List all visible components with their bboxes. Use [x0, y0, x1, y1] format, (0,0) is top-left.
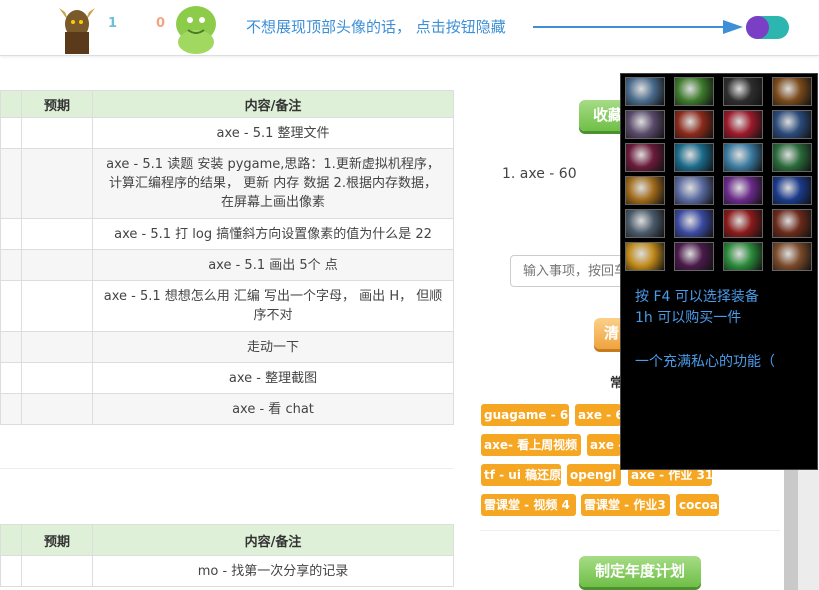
hero-avatar-2: [168, 2, 224, 54]
table-row: axe - 5.1 整理文件: [0, 117, 454, 149]
equipment-item-icon[interactable]: [772, 77, 812, 106]
equipment-item-icon[interactable]: [772, 176, 812, 205]
row-content: axe - 5.1 读题 安装 pygame,思路：1.更新虚拟机程序，计算汇编…: [92, 148, 454, 219]
tag[interactable]: 雷课堂 - 视频 4: [481, 494, 576, 516]
equipment-item-icon[interactable]: [674, 77, 714, 106]
equipment-item-icon[interactable]: [723, 77, 763, 106]
equipment-item-icon[interactable]: [674, 176, 714, 205]
table-row: 走动一下: [0, 331, 454, 363]
equipment-item-icon[interactable]: [625, 242, 665, 271]
equipment-item-icon[interactable]: [625, 77, 665, 106]
annual-plan-button[interactable]: 制定年度计划: [579, 556, 701, 587]
row-content: axe - 整理截图: [92, 362, 454, 394]
row-content: 走动一下: [92, 331, 454, 363]
popup-line-3: 一个充满私心的功能（: [635, 354, 775, 370]
tag[interactable]: axe - 60: [575, 404, 621, 426]
avatar-toggle[interactable]: [746, 16, 789, 39]
todo-table: 预期 内容/备注 axe - 5.1 整理文件 axe - 5.1 读题 安装 …: [0, 90, 454, 425]
scrollbar[interactable]: [784, 470, 798, 590]
popup-line-2: 1h 可以购买一件: [635, 310, 742, 326]
table-row: axe - 整理截图: [0, 362, 454, 394]
row-content: axe - 5.1 打 log 搞懂斜方向设置像素的值为什么是 22: [92, 218, 454, 250]
equipment-item-icon[interactable]: [625, 176, 665, 205]
equipment-item-icon[interactable]: [723, 110, 763, 139]
equipment-item-icon[interactable]: [723, 242, 763, 271]
equipment-item-icon[interactable]: [772, 209, 812, 238]
row-content: axe - 看 chat: [92, 393, 454, 425]
tag[interactable]: axe- 看上周视频: [481, 434, 581, 456]
hide-avatar-hint: 不想展现顶部头像的话， 点击按钮隐藏: [246, 18, 506, 36]
equipment-item-icon[interactable]: [772, 242, 812, 271]
table-row: axe - 5.1 想想怎么用 汇编 写出一个字母， 画出 H， 但顺序不对: [0, 280, 454, 332]
row-content: axe - 5.1 画出 5个 点: [92, 249, 454, 281]
table-row: axe - 5.1 读题 安装 pygame,思路：1.更新虚拟机程序，计算汇编…: [0, 148, 454, 219]
equipment-item-icon[interactable]: [723, 143, 763, 172]
todo-table-2: 预期 内容/备注 mo - 找第一次分享的记录: [0, 524, 454, 587]
scrollbar-track: [798, 470, 819, 590]
table-row: axe - 5.1 打 log 搞懂斜方向设置像素的值为什么是 22: [0, 218, 454, 250]
col-header-content: 内容/备注: [92, 90, 454, 118]
col-header-blank: [0, 90, 22, 118]
col-header-expected: 预期: [21, 90, 93, 118]
avatar-1-count: 1: [108, 16, 118, 31]
hero-avatar-1: [51, 2, 103, 54]
equipment-item-icon[interactable]: [674, 209, 714, 238]
tag[interactable]: tf - ui 稿还原: [481, 464, 561, 486]
table-row: mo - 找第一次分享的记录: [0, 555, 454, 587]
todo-input[interactable]: [510, 255, 630, 287]
equipment-item-icon[interactable]: [625, 209, 665, 238]
right-divider: [480, 530, 780, 531]
col-header-content: 内容/备注: [92, 524, 454, 556]
favorite-item[interactable]: 1. axe - 60: [502, 166, 577, 182]
tag[interactable]: cocoa: [676, 494, 719, 516]
equipment-item-icon[interactable]: [674, 110, 714, 139]
tag[interactable]: guagame - 60: [481, 404, 569, 426]
equipment-item-icon[interactable]: [674, 242, 714, 271]
tag[interactable]: 雷课堂 - 作业3: [581, 494, 670, 516]
table-row: axe - 看 chat: [0, 393, 454, 425]
row-content: axe - 5.1 整理文件: [92, 117, 454, 149]
popup-line-1: 按 F4 可以选择装备: [635, 289, 759, 305]
equipment-popup: 按 F4 可以选择装备 1h 可以购买一件 一个充满私心的功能（: [620, 73, 818, 470]
col-header-blank: [0, 524, 22, 556]
header-bar: 1 0 不想展现顶部头像的话， 点击按钮隐藏: [0, 0, 819, 56]
equipment-item-icon[interactable]: [772, 110, 812, 139]
arrow-right-icon: [533, 20, 743, 34]
equipment-item-icon[interactable]: [625, 143, 665, 172]
row-content: mo - 找第一次分享的记录: [92, 555, 454, 587]
tag[interactable]: axe -: [587, 434, 621, 456]
equipment-item-icon[interactable]: [625, 110, 665, 139]
equipment-item-icon[interactable]: [723, 176, 763, 205]
tag[interactable]: opengl -: [567, 464, 621, 486]
equipment-item-icon[interactable]: [772, 143, 812, 172]
row-content: axe - 5.1 想想怎么用 汇编 写出一个字母， 画出 H， 但顺序不对: [92, 280, 454, 332]
col-header-expected: 预期: [21, 524, 93, 556]
equipment-item-icon[interactable]: [723, 209, 763, 238]
avatar-2-count: 0: [156, 16, 166, 31]
equipment-item-icon[interactable]: [674, 143, 714, 172]
section-divider: [0, 468, 454, 469]
table-row: axe - 5.1 画出 5个 点: [0, 249, 454, 281]
toggle-knob: [746, 16, 769, 39]
